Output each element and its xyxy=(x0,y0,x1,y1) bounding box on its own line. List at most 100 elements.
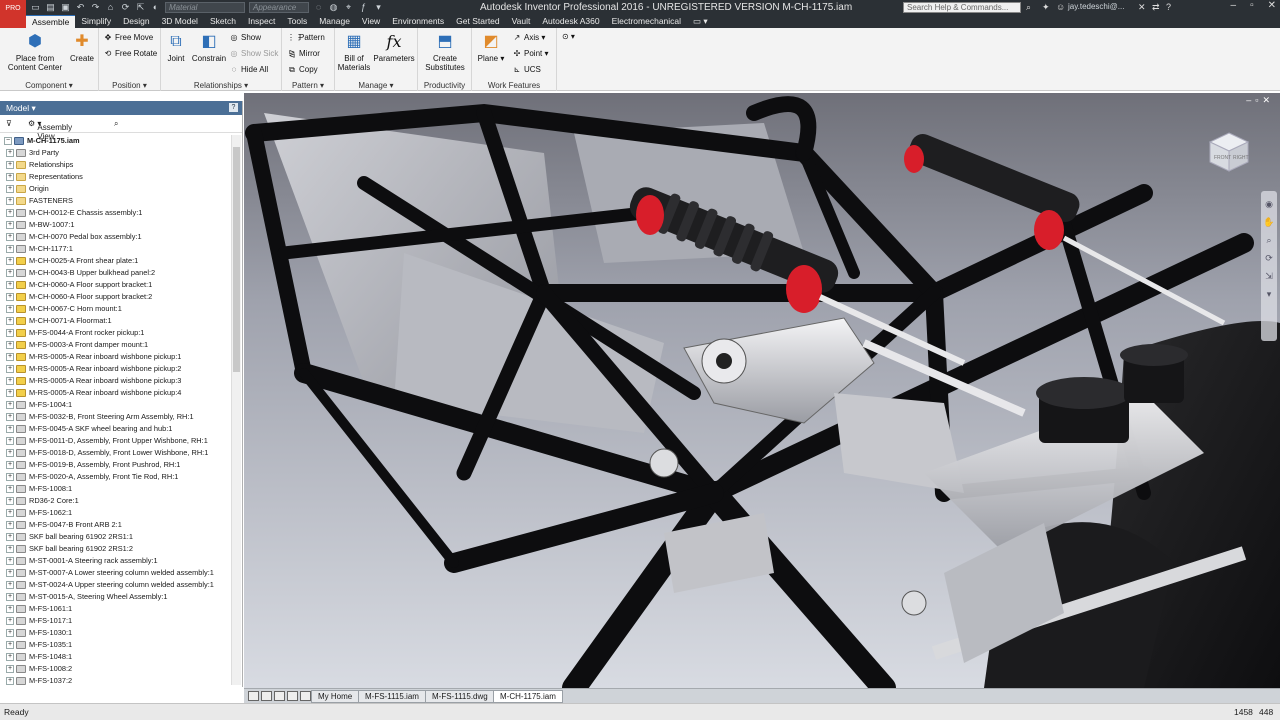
tree-item[interactable]: + M-RS-0005-A Rear inboard wishbone picku… xyxy=(0,375,230,387)
tree-item[interactable]: + M-RS-0005-A Rear inboard wishbone picku… xyxy=(0,387,230,399)
maximize-icon[interactable]: ▫ xyxy=(1250,0,1254,11)
parameters-button[interactable]: fx Parameters xyxy=(372,32,416,63)
tree-item[interactable]: + M-CH-0043-B Upper bulkhead panel:2 xyxy=(0,267,230,279)
help-search-input[interactable]: Search Help & Commands... xyxy=(903,2,1021,13)
tree-item[interactable]: + M-FS-1061:1 xyxy=(0,603,230,615)
measure-icon[interactable]: ⌖ xyxy=(343,2,354,13)
help-icon[interactable]: ? xyxy=(1166,2,1171,12)
pattern-panel-title[interactable]: Pattern ▾ xyxy=(282,81,334,90)
update-icon[interactable]: ⟳ xyxy=(120,2,131,13)
tree-item[interactable]: + M-FS-1017:1 xyxy=(0,615,230,627)
tree-item[interactable]: + M-FS-1035:1 xyxy=(0,639,230,651)
tree-item[interactable]: + Origin xyxy=(0,183,230,195)
tree-item[interactable]: + FASTENERS xyxy=(0,195,230,207)
plane-button[interactable]: ◩ Plane ▾ xyxy=(476,32,506,63)
open-folder-icon[interactable]: ▤ xyxy=(45,2,56,13)
joint-button[interactable]: ⧉ Joint xyxy=(163,32,189,63)
expand-icon[interactable]: + xyxy=(6,197,14,205)
expand-icon[interactable]: + xyxy=(6,329,14,337)
free-rotate-button[interactable]: ⟲ Free Rotate xyxy=(103,49,158,58)
tree-item[interactable]: + SKF ball bearing 61902 2RS1:2 xyxy=(0,543,230,555)
tree-item[interactable]: + M-FS-1008:2 xyxy=(0,663,230,675)
ribbon-options-button[interactable]: ⊙ ▾ xyxy=(562,32,575,41)
expand-icon[interactable]: + xyxy=(6,593,14,601)
create-substitutes-button[interactable]: ⬒ Create Substitutes xyxy=(422,32,468,72)
ribbon-tab-manage[interactable]: Manage xyxy=(313,15,356,28)
expand-icon[interactable]: + xyxy=(6,389,14,397)
hide-all-button[interactable]: ◌ Hide All xyxy=(229,65,269,74)
expand-icon[interactable]: + xyxy=(6,161,14,169)
ribbon-tab-simplify[interactable]: Simplify xyxy=(75,15,117,28)
create-component-button[interactable]: ✚ Create xyxy=(68,32,96,63)
info-center-icon[interactable]: ✦ xyxy=(1042,2,1050,13)
cascade-icon[interactable] xyxy=(287,691,298,701)
expand-icon[interactable]: + xyxy=(6,449,14,457)
constrain-button[interactable]: ◧ Constrain xyxy=(191,32,227,63)
ribbon-tab-vault[interactable]: Vault xyxy=(506,15,537,28)
fx-icon[interactable]: ƒ xyxy=(358,2,369,13)
expand-icon[interactable]: + xyxy=(6,617,14,625)
expand-icon[interactable]: + xyxy=(6,425,14,433)
document-list-icon[interactable] xyxy=(300,691,311,701)
tree-item[interactable]: + M-FS-0003-A Front damper mount:1 xyxy=(0,339,230,351)
tile-vertical-icon[interactable] xyxy=(274,691,285,701)
tree-item[interactable]: + RD36-2 Core:1 xyxy=(0,495,230,507)
expand-icon[interactable]: + xyxy=(6,641,14,649)
home-icon[interactable]: ⌂ xyxy=(105,2,116,13)
look-at-icon[interactable]: ⇲ xyxy=(1261,267,1277,285)
document-tab[interactable]: My Home xyxy=(311,690,360,703)
expand-icon[interactable]: + xyxy=(6,413,14,421)
tree-item[interactable]: + M-FS-1008:1 xyxy=(0,483,230,495)
copy-button[interactable]: ⧉ Copy xyxy=(287,65,318,75)
zoom-icon[interactable]: ⌕ xyxy=(1261,231,1277,249)
expand-icon[interactable]: + xyxy=(6,341,14,349)
tree-item[interactable]: + M-CH-0060-A Floor support bracket:2 xyxy=(0,291,230,303)
mirror-button[interactable]: ⧎ Mirror xyxy=(287,49,320,58)
expand-icon[interactable]: + xyxy=(6,581,14,589)
document-tab[interactable]: M-FS-1115.iam xyxy=(358,690,426,703)
ribbon-tab-view[interactable]: View xyxy=(356,15,386,28)
relationships-panel-title[interactable]: Relationships ▾ xyxy=(161,81,281,90)
expand-icon[interactable]: + xyxy=(6,473,14,481)
document-tab[interactable]: M-FS-1115.dwg xyxy=(425,690,495,703)
viewcube[interactable]: FRONT RIGHT xyxy=(1208,131,1250,173)
expand-icon[interactable]: − xyxy=(4,137,12,145)
minimize-icon[interactable]: – xyxy=(1231,0,1237,11)
expand-icon[interactable]: + xyxy=(6,281,14,289)
tree-item[interactable]: + Relationships xyxy=(0,159,230,171)
expand-icon[interactable]: + xyxy=(6,293,14,301)
ribbon-tab-overflow-icon[interactable]: ▭ ▾ xyxy=(687,15,714,28)
tree-item[interactable]: + M-FS-0019-B, Assembly, Front Pushrod, R… xyxy=(0,459,230,471)
show-sick-button[interactable]: ◎ Show Sick xyxy=(229,49,279,58)
ribbon-tab-electromechanical[interactable]: Electromechanical xyxy=(606,15,687,28)
expand-icon[interactable]: + xyxy=(6,185,14,193)
expand-icon[interactable]: + xyxy=(6,629,14,637)
tree-item[interactable]: + M-ST-0024-A Upper steering column welde… xyxy=(0,579,230,591)
expand-icon[interactable]: + xyxy=(6,353,14,361)
tree-item[interactable]: + M-ST-0001-A Steering rack assembly:1 xyxy=(0,555,230,567)
expand-icon[interactable]: + xyxy=(6,305,14,313)
tree-item[interactable]: + Representations xyxy=(0,171,230,183)
tree-item[interactable]: + M-FS-1062:1 xyxy=(0,507,230,519)
user-name[interactable]: jay.tedeschi@... xyxy=(1068,2,1124,11)
ribbon-tab-autodesk-a360[interactable]: Autodesk A360 xyxy=(536,15,605,28)
manage-panel-title[interactable]: Manage ▾ xyxy=(335,81,417,90)
nav-options-icon[interactable]: ▾ xyxy=(1261,285,1277,303)
ribbon-tab-sketch[interactable]: Sketch xyxy=(204,15,242,28)
tree-scroll-thumb[interactable] xyxy=(233,147,240,372)
tree-item[interactable]: + M-ST-0007-A Lower steering column welde… xyxy=(0,567,230,579)
ribbon-tab-inspect[interactable]: Inspect xyxy=(242,15,281,28)
tree-item[interactable]: + M-FS-0032-B, Front Steering Arm Assembl… xyxy=(0,411,230,423)
steering-wheel-icon[interactable]: ◉ xyxy=(1261,195,1277,213)
expand-icon[interactable]: + xyxy=(6,665,14,673)
browser-help-icon[interactable]: ? xyxy=(229,103,238,112)
customize-icon[interactable]: ▾ xyxy=(373,2,384,13)
expand-icon[interactable]: + xyxy=(6,533,14,541)
tree-item[interactable]: +3rd Party xyxy=(0,147,230,159)
clear-appearance-icon[interactable]: ◌ xyxy=(313,2,324,13)
expand-icon[interactable]: + xyxy=(6,605,14,613)
assembly-view-dropdown[interactable]: ⚙ Assembly View ▾ xyxy=(28,119,72,141)
tree-item[interactable]: − M-CH-1175.iam xyxy=(0,135,230,147)
tree-item[interactable]: + M-RS-0005-A Rear inboard wishbone picku… xyxy=(0,363,230,375)
expand-icon[interactable]: + xyxy=(6,401,14,409)
